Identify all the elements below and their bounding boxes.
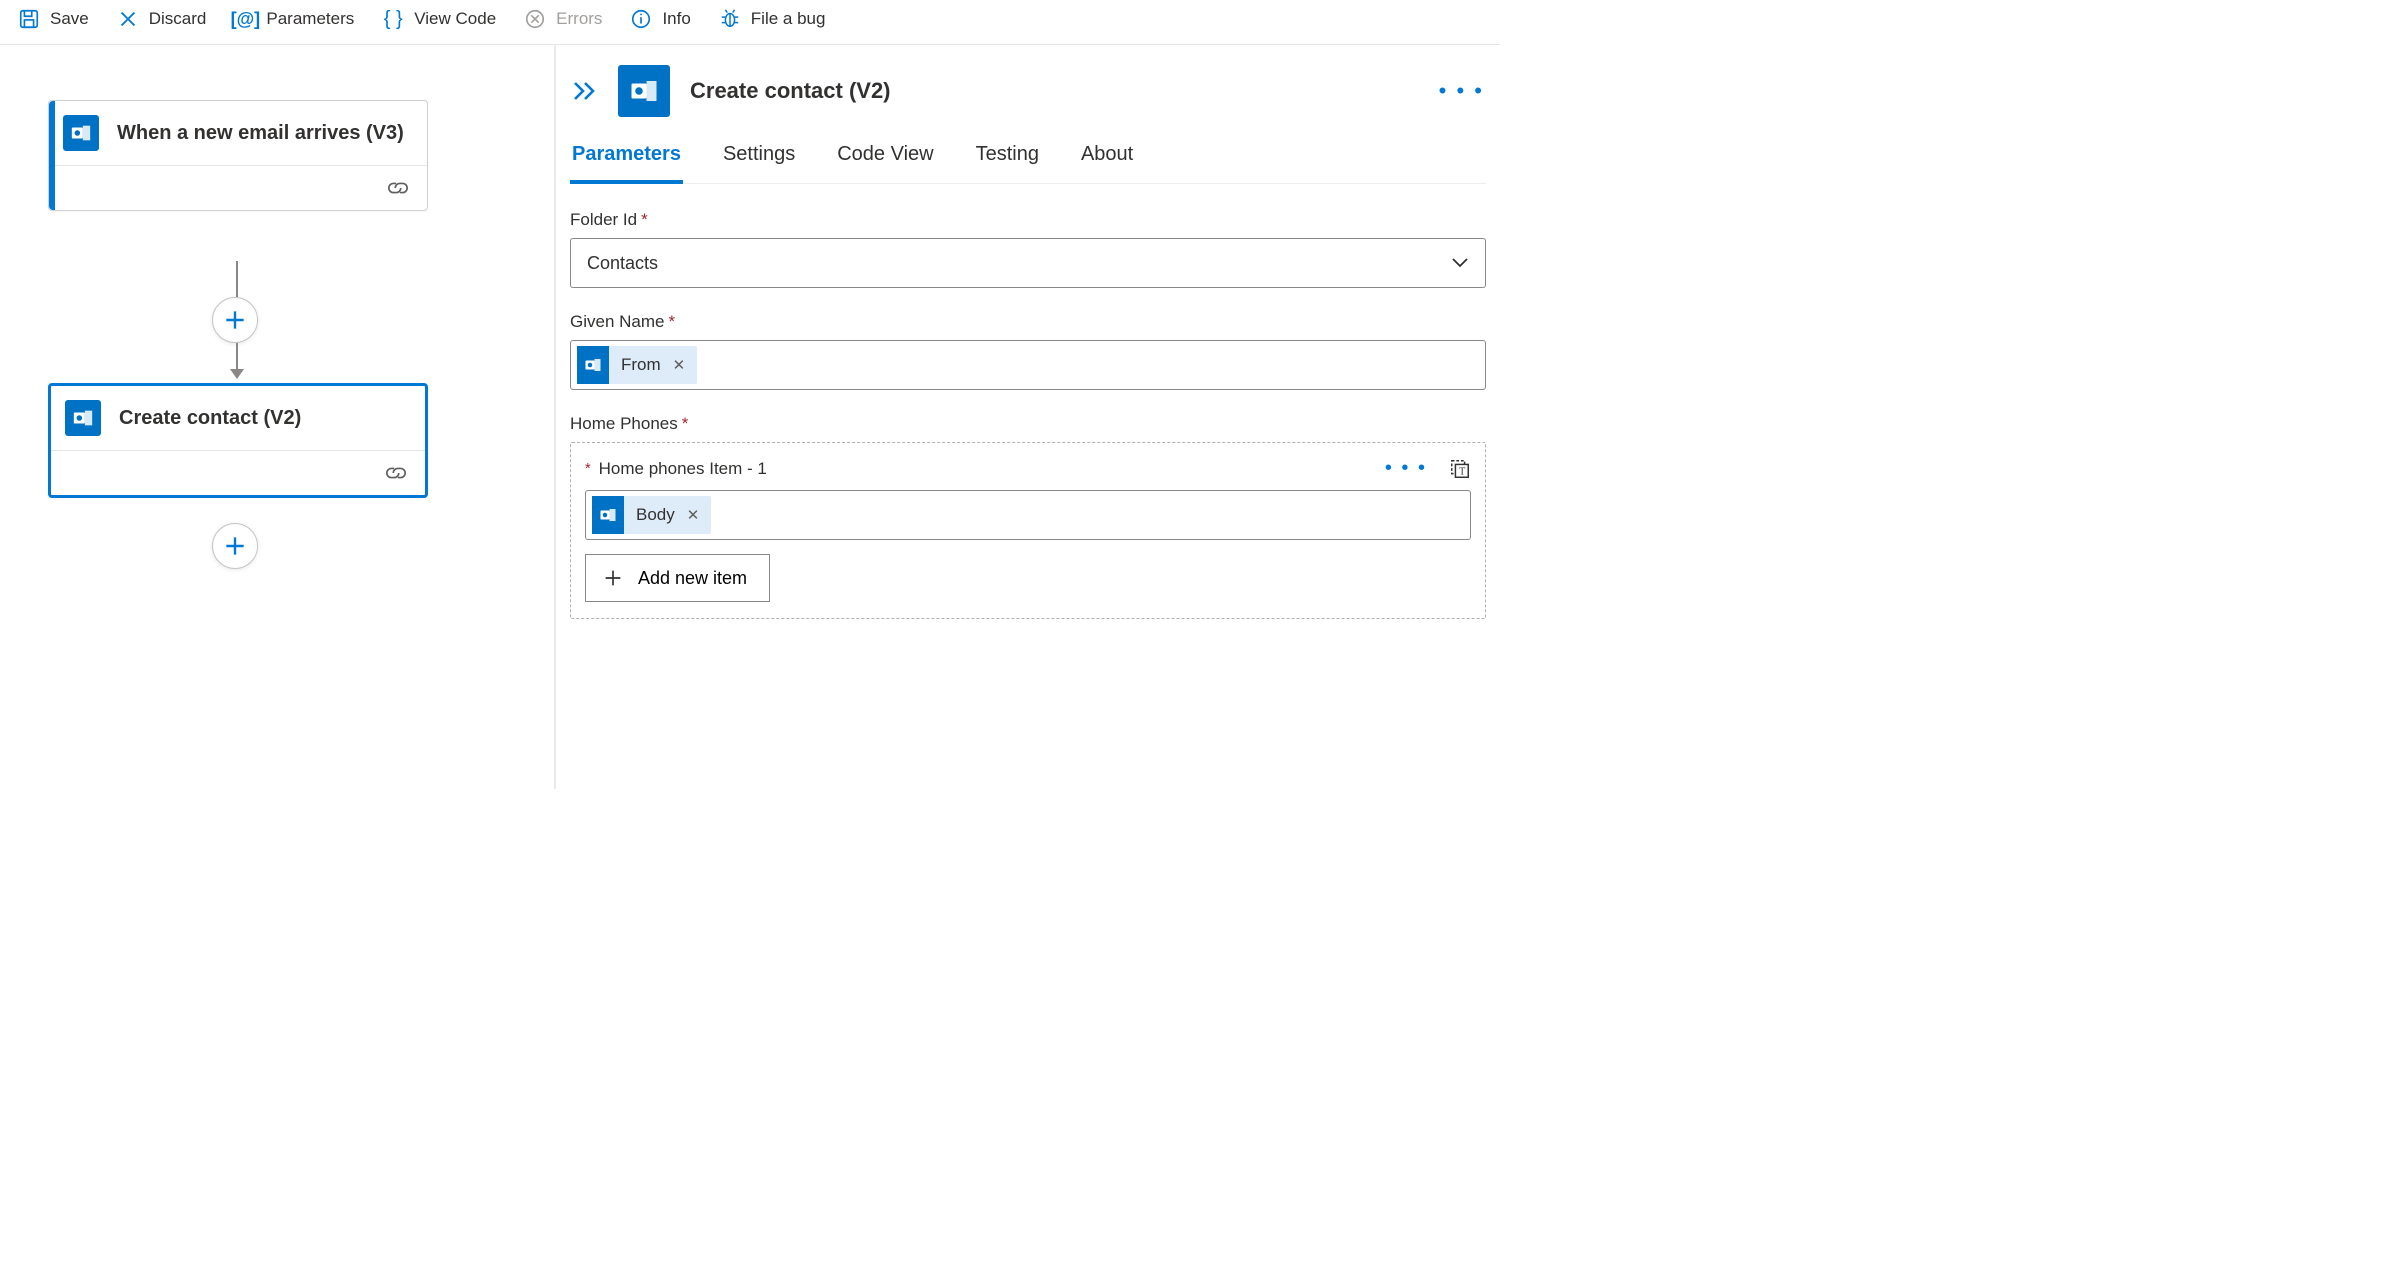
field-label: Home Phones* — [570, 414, 1486, 434]
token-label: From — [621, 355, 661, 375]
parameters-button[interactable]: [@] Parameters — [234, 8, 354, 30]
tab-settings[interactable]: Settings — [721, 135, 797, 183]
collapse-panel-button[interactable] — [572, 80, 598, 102]
action-node-header[interactable]: Create contact (V2) — [51, 386, 425, 451]
discard-label: Discard — [149, 9, 207, 29]
add-item-label: Add new item — [638, 568, 747, 589]
file-bug-button[interactable]: File a bug — [719, 8, 826, 30]
close-icon — [117, 8, 139, 30]
flow-connector-line — [236, 343, 238, 369]
field-folder-id: Folder Id* Contacts — [570, 210, 1486, 288]
action-node-footer — [51, 451, 425, 495]
array-item-more-button[interactable]: • • • — [1385, 457, 1427, 480]
connection-link-icon[interactable] — [387, 180, 409, 196]
array-item-label: Home phones Item - 1 — [599, 459, 767, 479]
field-label: Given Name* — [570, 312, 1486, 332]
flow-arrowhead-icon — [230, 369, 244, 379]
folder-id-select[interactable]: Contacts — [570, 238, 1486, 288]
home-phones-array: * Home phones Item - 1 • • • T — [570, 442, 1486, 619]
errors-button: Errors — [524, 8, 602, 30]
outlook-icon — [63, 115, 99, 151]
field-given-name: Given Name* From ✕ — [570, 312, 1486, 390]
folder-id-value: Contacts — [587, 253, 658, 274]
dynamic-token-from[interactable]: From ✕ — [577, 346, 697, 384]
save-label: Save — [50, 9, 89, 29]
outlook-icon — [577, 346, 609, 384]
info-label: Info — [662, 9, 690, 29]
outlook-icon — [618, 65, 670, 117]
home-phones-item-input[interactable]: Body ✕ — [585, 490, 1471, 540]
save-icon — [18, 8, 40, 30]
trigger-node-footer — [49, 166, 427, 210]
tab-parameters[interactable]: Parameters — [570, 135, 683, 184]
connection-link-icon[interactable] — [385, 465, 407, 481]
switch-to-text-mode-icon[interactable]: T — [1449, 458, 1471, 480]
given-name-input[interactable]: From ✕ — [570, 340, 1486, 390]
details-panel: Create contact (V2) • • • Parameters Set… — [556, 45, 1500, 789]
add-step-button[interactable] — [212, 297, 258, 343]
trigger-node-header[interactable]: When a new email arrives (V3) — [49, 101, 427, 166]
trigger-node-title: When a new email arrives (V3) — [117, 120, 404, 147]
view-code-button[interactable]: { } View Code — [382, 8, 496, 30]
panel-header: Create contact (V2) • • • — [570, 57, 1486, 135]
info-button[interactable]: Info — [630, 8, 690, 30]
required-asterisk: * — [682, 414, 689, 433]
toolbar: Save Discard [@] Parameters { } View Cod… — [0, 0, 1500, 45]
chevron-down-icon — [1451, 257, 1469, 269]
tab-code-view[interactable]: Code View — [835, 135, 935, 183]
bug-icon — [719, 8, 741, 30]
tab-about[interactable]: About — [1079, 135, 1135, 183]
panel-tabs: Parameters Settings Code View Testing Ab… — [570, 135, 1486, 184]
add-step-button[interactable] — [212, 523, 258, 569]
plus-icon — [602, 567, 624, 589]
info-icon — [630, 8, 652, 30]
array-item-header: * Home phones Item - 1 • • • T — [585, 457, 1471, 480]
file-bug-label: File a bug — [751, 9, 826, 29]
trigger-node[interactable]: When a new email arrives (V3) — [48, 100, 428, 211]
designer-canvas[interactable]: When a new email arrives (V3) — [0, 45, 556, 789]
outlook-icon — [592, 496, 624, 534]
trigger-indicator-bar — [49, 101, 55, 210]
discard-button[interactable]: Discard — [117, 8, 207, 30]
remove-token-button[interactable]: ✕ — [687, 506, 700, 524]
save-button[interactable]: Save — [18, 8, 89, 30]
error-circle-icon — [524, 8, 546, 30]
dynamic-token-body[interactable]: Body ✕ — [592, 496, 711, 534]
token-label: Body — [636, 505, 675, 525]
at-bracket-icon: [@] — [234, 8, 256, 30]
remove-token-button[interactable]: ✕ — [673, 356, 686, 374]
action-node-title: Create contact (V2) — [119, 405, 301, 432]
flow-connector-line — [236, 261, 238, 297]
view-code-label: View Code — [414, 9, 496, 29]
panel-title: Create contact (V2) — [690, 78, 891, 104]
parameters-label: Parameters — [266, 9, 354, 29]
main-area: When a new email arrives (V3) — [0, 45, 1500, 789]
field-label: Folder Id* — [570, 210, 1486, 230]
braces-icon: { } — [382, 8, 404, 30]
svg-text:T: T — [1459, 466, 1465, 477]
required-asterisk: * — [585, 461, 591, 477]
tab-testing[interactable]: Testing — [974, 135, 1041, 183]
panel-more-menu-button[interactable]: • • • — [1439, 78, 1484, 104]
action-node-create-contact[interactable]: Create contact (V2) — [48, 383, 428, 498]
required-asterisk: * — [668, 312, 675, 331]
required-asterisk: * — [641, 210, 648, 229]
outlook-icon — [65, 400, 101, 436]
field-home-phones: Home Phones* * Home phones Item - 1 • • … — [570, 414, 1486, 619]
errors-label: Errors — [556, 9, 602, 29]
add-new-item-button[interactable]: Add new item — [585, 554, 770, 602]
